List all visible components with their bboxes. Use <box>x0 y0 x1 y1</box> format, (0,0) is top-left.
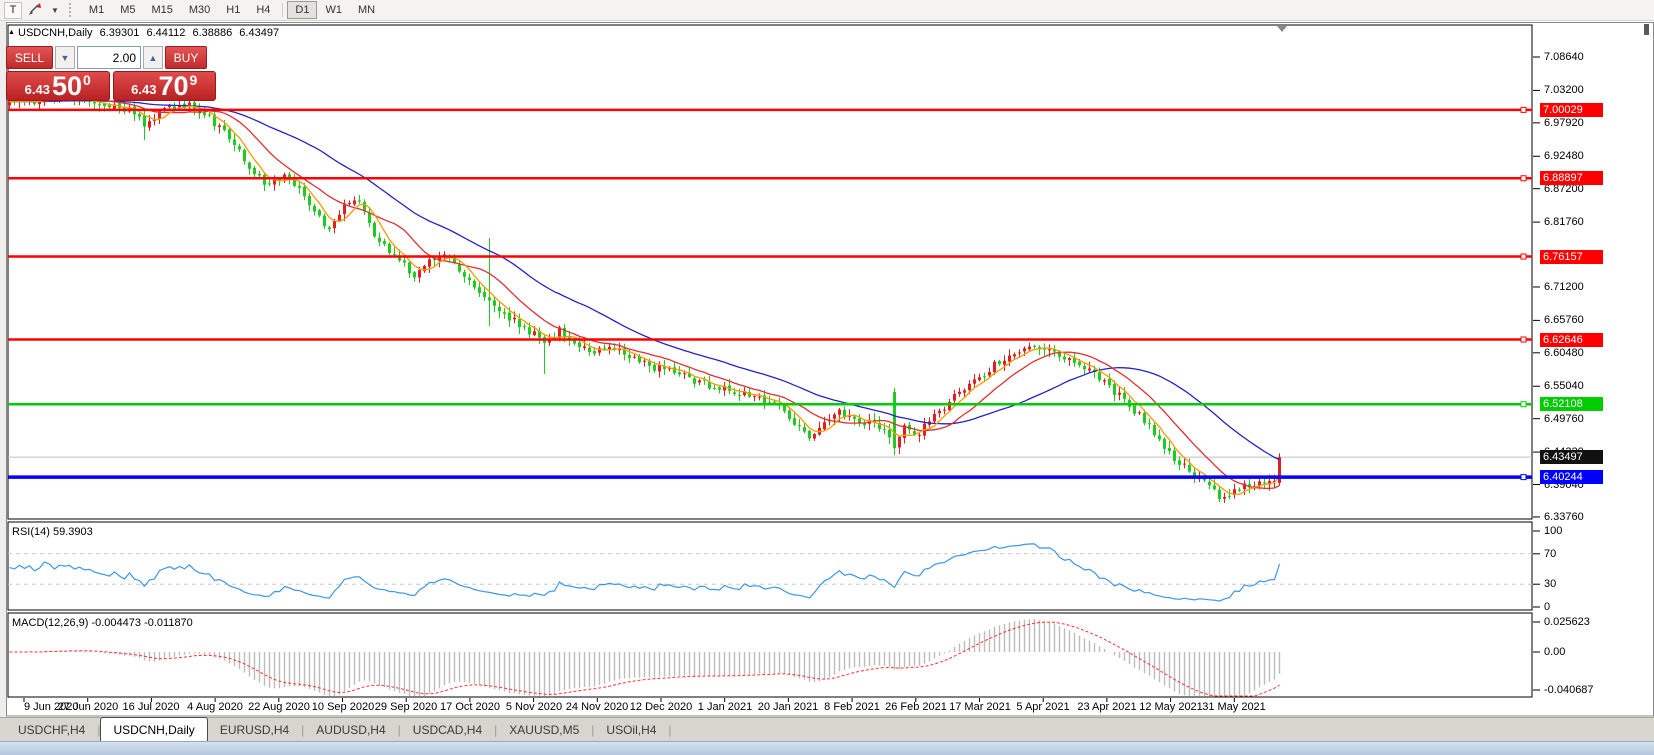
date-label: 31 May 2021 <box>1202 701 1266 713</box>
tab-audusd-h4[interactable]: AUDUSD,H4 <box>304 720 397 741</box>
rsi-panel <box>8 522 1532 610</box>
date-label: 23 Apr 2021 <box>1077 701 1136 713</box>
date-label: 5 Apr 2021 <box>1016 701 1069 713</box>
date-label: 20 Jan 2021 <box>758 701 819 713</box>
tab-usdcnh-daily[interactable]: USDCNH,Daily <box>100 717 207 741</box>
macd-tick-label: 0.025623 <box>1544 616 1590 628</box>
date-label: 12 Dec 2020 <box>630 701 692 713</box>
ohlc-close: 6.43497 <box>239 27 279 39</box>
price-badge: 6.62646 <box>1540 333 1603 347</box>
mt4-window: T ▼ M1M5M15M30H1H4D1W1MN ▲ USDCNH,Daily … <box>0 0 1654 754</box>
sell-price-big: 50 <box>52 73 82 99</box>
price-tick-label: 7.03200 <box>1544 84 1584 96</box>
price-tick-label: 7.08640 <box>1544 51 1584 63</box>
price-badge: 6.88897 <box>1540 171 1603 185</box>
ohlc-open: 6.39301 <box>100 27 140 39</box>
symbol-name: USDCNH,Daily <box>18 27 93 39</box>
price-badge: 6.76157 <box>1540 250 1603 264</box>
buy-button[interactable]: BUY <box>165 46 207 69</box>
rsi-tick-label: 0 <box>1544 601 1550 613</box>
price-tick-label: 6.81760 <box>1544 216 1584 228</box>
price-tick-label: 6.92480 <box>1544 150 1584 162</box>
tab-eurusd-h4[interactable]: EURUSD,H4 <box>208 720 301 741</box>
chart-canvas[interactable] <box>0 0 1654 754</box>
sell-price-prefix: 6.43 <box>25 82 50 97</box>
one-click-trading-panel: SELL ▼ ▲ BUY 6.43 50 0 6.43 70 9 <box>6 46 216 101</box>
date-label: 22 Aug 2020 <box>248 701 310 713</box>
price-tick-label: 6.71200 <box>1544 281 1584 293</box>
date-label: 10 Sep 2020 <box>312 701 374 713</box>
volume-input[interactable] <box>77 46 141 69</box>
ohlc-low: 6.38886 <box>192 27 232 39</box>
ohlc-high: 6.44112 <box>146 27 185 39</box>
date-label: 29 Sep 2020 <box>375 701 437 713</box>
date-label: 27 Jun 2020 <box>58 701 119 713</box>
price-badge: 6.52108 <box>1540 397 1603 411</box>
price-panel <box>8 25 1532 519</box>
tab-xauusd-m5[interactable]: XAUUSD,M5 <box>497 720 591 741</box>
buy-price-big: 70 <box>158 73 188 99</box>
date-label: 4 Aug 2020 <box>187 701 243 713</box>
price-tick-label: 6.97920 <box>1544 117 1584 129</box>
tab-usdchf-h4[interactable]: USDCHF,H4 <box>6 720 97 741</box>
macd-label: MACD(12,26,9) -0.004473 -0.011870 <box>12 617 193 629</box>
tab-usdcad-h4[interactable]: USDCAD,H4 <box>401 720 494 741</box>
axis-corner-marker <box>1644 24 1649 35</box>
price-badge: 6.43497 <box>1540 450 1603 464</box>
price-tick-label: 6.55040 <box>1544 380 1584 392</box>
rsi-label: RSI(14) 59.3903 <box>12 526 93 538</box>
macd-tick-label: 0.00 <box>1544 646 1565 658</box>
sell-price-sup: 0 <box>83 72 91 88</box>
date-label: 1 Jan 2021 <box>698 701 752 713</box>
rsi-tick-label: 70 <box>1544 548 1556 560</box>
rsi-tick-label: 100 <box>1544 525 1562 537</box>
rsi-tick-label: 30 <box>1544 578 1556 590</box>
date-label: 17 Mar 2021 <box>949 701 1011 713</box>
date-label: 26 Feb 2021 <box>885 701 947 713</box>
sell-price-box[interactable]: 6.43 50 0 <box>6 71 110 101</box>
price-tick-label: 6.33760 <box>1544 511 1584 523</box>
tab-usoil-h4[interactable]: USOil,H4 <box>594 720 668 741</box>
buy-price-sup: 9 <box>190 72 198 88</box>
price-badge: 6.40244 <box>1540 470 1603 484</box>
price-tick-label: 6.60480 <box>1544 347 1584 359</box>
date-label: 5 Nov 2020 <box>506 701 562 713</box>
date-label: 8 Feb 2021 <box>824 701 880 713</box>
buy-price-box[interactable]: 6.43 70 9 <box>113 71 217 101</box>
volume-decrease-button[interactable]: ▼ <box>55 46 75 69</box>
chart-symbol-ohlc: USDCNH,Daily 6.39301 6.44112 6.38886 6.4… <box>18 27 283 39</box>
price-tick-label: 6.49760 <box>1544 413 1584 425</box>
price-tick-label: 6.65760 <box>1544 314 1584 326</box>
date-label: 12 May 2021 <box>1139 701 1203 713</box>
buy-price-prefix: 6.43 <box>131 82 156 97</box>
price-badge: 7.00029 <box>1540 103 1603 117</box>
chart-tabbar: USDCHF,H4|USDCNH,DailyEURUSD,H4|AUDUSD,H… <box>0 717 1654 741</box>
date-label: 17 Oct 2020 <box>440 701 500 713</box>
one-click-collapse-arrow[interactable]: ▲ <box>8 29 15 36</box>
sell-button[interactable]: SELL <box>6 46 53 69</box>
bottom-scroll-strip[interactable] <box>0 741 1654 755</box>
date-label: 24 Nov 2020 <box>566 701 628 713</box>
volume-increase-button[interactable]: ▲ <box>143 46 163 69</box>
macd-tick-label: -0.040687 <box>1544 684 1594 696</box>
date-label: 16 Jul 2020 <box>123 701 180 713</box>
tab-separator: | <box>668 723 671 741</box>
